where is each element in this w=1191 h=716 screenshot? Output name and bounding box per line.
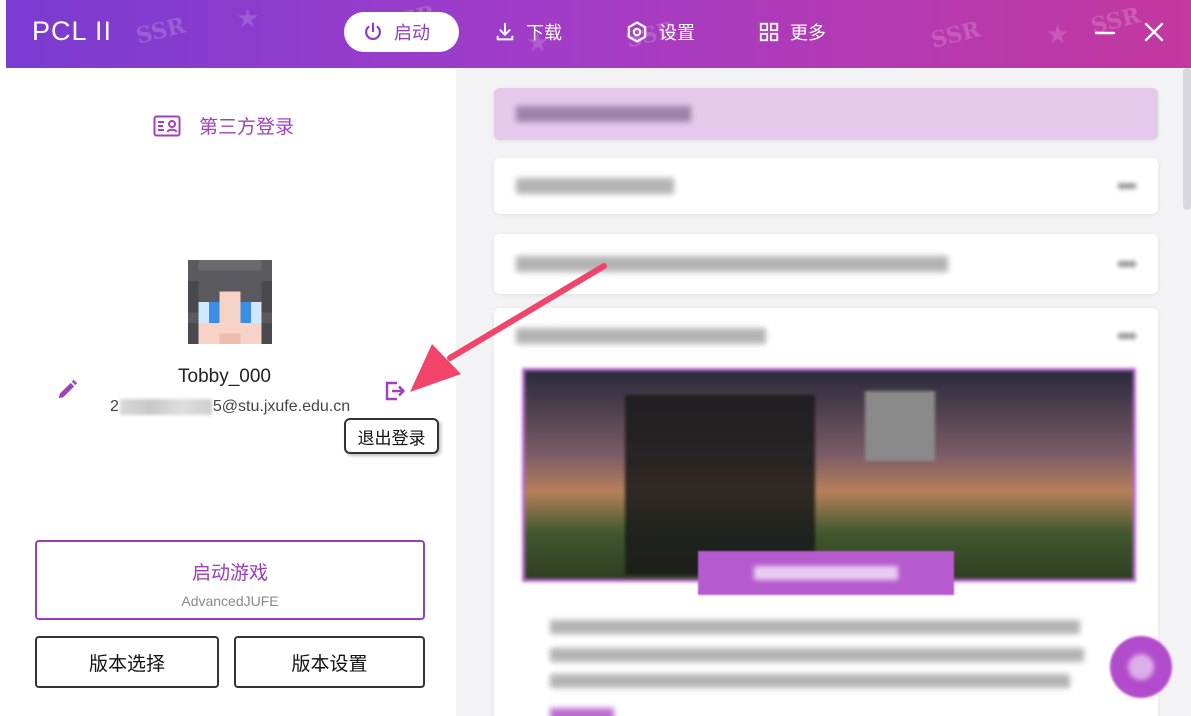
- launch-game-label: 启动游戏: [191, 562, 268, 584]
- nav-more[interactable]: 更多: [740, 12, 844, 52]
- account-email: 2 5@stu.jxufe.edu.cn: [110, 398, 350, 416]
- news-card[interactable]: [494, 158, 1158, 214]
- nav-launch[interactable]: 启动: [344, 12, 459, 52]
- power-icon: [365, 22, 381, 41]
- edit-account-button[interactable]: [56, 379, 78, 405]
- grid-icon: [759, 22, 779, 42]
- scrollbar[interactable]: [1183, 68, 1191, 210]
- email-redacted: [119, 399, 212, 415]
- avatar: [188, 260, 272, 344]
- blurred-text: [516, 328, 766, 344]
- close-icon: [1144, 22, 1164, 42]
- nav-settings-label: 设置: [659, 23, 695, 44]
- floating-action-button[interactable]: [1110, 636, 1172, 698]
- launch-game-button[interactable]: 启动游戏 AdvancedJUFE: [35, 540, 425, 620]
- news-panel: [456, 68, 1191, 716]
- nav-more-label: 更多: [790, 23, 826, 44]
- download-icon: [496, 22, 514, 41]
- login-type-link[interactable]: 第三方登录: [153, 112, 294, 139]
- chevron-up-icon: [1118, 333, 1136, 339]
- minimize-button[interactable]: [1094, 18, 1116, 52]
- chevron-down-icon: [1118, 261, 1136, 267]
- pencil-icon: [58, 379, 78, 399]
- logout-icon: [385, 381, 405, 401]
- star-icon: ★: [236, 4, 260, 34]
- nav-launch-label: 启动: [394, 23, 430, 44]
- close-button[interactable]: [1143, 18, 1165, 52]
- email-domain: 5@stu.jxufe.edu.cn: [212, 398, 351, 415]
- title-bar: SSR SSR SSR SSR SSR ★ ★ ★ PCL II 启动 下载 设…: [6, 0, 1191, 68]
- news-version-badge: [698, 551, 954, 595]
- blurred-text: [550, 674, 1070, 688]
- blurred-text: [516, 178, 674, 194]
- id-card-icon: [153, 115, 181, 136]
- minimize-icon: [1094, 31, 1116, 35]
- star-icon: ★: [1046, 20, 1070, 50]
- email-prefix: 2: [110, 398, 119, 415]
- news-card-expanded[interactable]: [494, 308, 1158, 716]
- launch-version-label: AdvancedJUFE: [181, 593, 279, 609]
- settings-icon: [627, 21, 647, 43]
- ssr-watermark: SSR: [133, 12, 188, 50]
- blurred-text: [550, 620, 1080, 634]
- select-version-button[interactable]: 版本选择: [35, 636, 219, 688]
- logout-button[interactable]: [383, 379, 407, 407]
- login-type-label: 第三方登录: [199, 116, 295, 138]
- username: Tobby_000: [178, 366, 271, 387]
- news-header-card[interactable]: [494, 88, 1158, 140]
- version-settings-button[interactable]: 版本设置: [234, 636, 425, 688]
- ssr-watermark: SSR: [928, 16, 983, 54]
- news-hero-image: [522, 368, 1136, 582]
- blurred-text: [516, 106, 691, 122]
- logout-tooltip: 退出登录: [344, 418, 439, 454]
- nav-download-label: 下载: [526, 23, 562, 44]
- nav-settings[interactable]: 设置: [607, 12, 713, 52]
- nav-download[interactable]: 下载: [476, 12, 580, 52]
- account-panel: 第三方登录 Tobby_000 2 5@stu.jxufe.edu.cn 退出登…: [6, 68, 456, 716]
- chevron-down-icon: [1118, 183, 1136, 189]
- blurred-text: [516, 256, 948, 272]
- app-title: PCL II: [32, 16, 113, 46]
- blurred-text: [550, 648, 1084, 662]
- news-card[interactable]: [494, 234, 1158, 294]
- blurred-text: [550, 708, 614, 716]
